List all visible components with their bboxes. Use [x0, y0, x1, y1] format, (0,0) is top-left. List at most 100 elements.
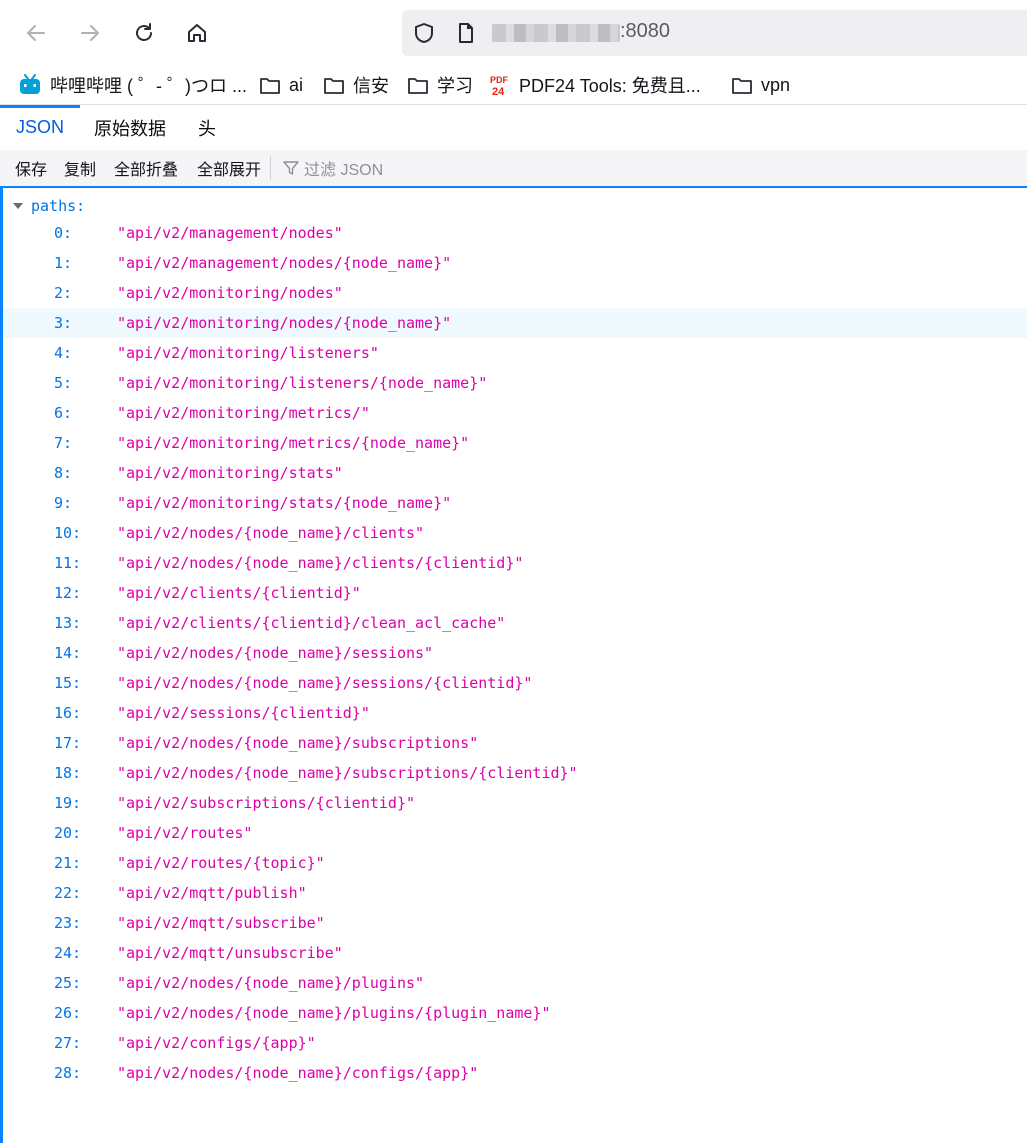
row-key: 7: [54, 434, 73, 452]
bookmark-folder-xuexi[interactable]: 学习 [407, 72, 473, 98]
row-key: 9: [54, 494, 73, 512]
bookmark-label: 信安 [353, 76, 389, 96]
home-button[interactable] [180, 16, 214, 50]
row-value: "api/v2/nodes/{node_name}/sessions" [117, 644, 434, 662]
bookmark-bilibili[interactable]: 哔哩哔哩 ( ゜- ゜)つロ ... [18, 72, 247, 98]
row-key: 8: [54, 464, 73, 482]
tree-row[interactable]: 8: "api/v2/monitoring/stats" [3, 458, 1027, 488]
back-button[interactable] [19, 16, 53, 50]
shield-icon[interactable] [412, 21, 436, 45]
tree-row[interactable]: 23: "api/v2/mqtt/subscribe" [3, 908, 1027, 938]
row-value: "api/v2/nodes/{node_name}/subscriptions" [117, 734, 479, 752]
tree-row[interactable]: 24: "api/v2/mqtt/unsubscribe" [3, 938, 1027, 968]
tree-row[interactable]: 16: "api/v2/sessions/{clientid}" [3, 698, 1027, 728]
row-key: 20: [54, 824, 82, 842]
row-value: "api/v2/monitoring/stats" [117, 464, 343, 482]
tree-row[interactable]: 12: "api/v2/clients/{clientid}" [3, 578, 1027, 608]
row-value: "api/v2/nodes/{node_name}/plugins/{plugi… [117, 1004, 551, 1022]
bookmark-pdf24[interactable]: PDF 24 PDF24 Tools: 免费且... [489, 72, 701, 98]
page-info-icon[interactable] [454, 21, 478, 45]
row-key: 5: [54, 374, 73, 392]
bookmark-folder-vpn[interactable]: vpn [731, 72, 790, 98]
row-key: 28: [54, 1064, 82, 1082]
bookmarks-toolbar: 哔哩哔哩 ( ゜- ゜)つロ ... ai 信安 学习 PDF 24 PDF24 … [0, 66, 1027, 104]
row-key: 13: [54, 614, 82, 632]
filter-json-input[interactable]: 过滤 JSON [282, 150, 383, 186]
tree-row[interactable]: 17: "api/v2/nodes/{node_name}/subscriptio… [3, 728, 1027, 758]
reload-button[interactable] [127, 16, 161, 50]
tree-row[interactable]: 4: "api/v2/monitoring/listeners" [3, 338, 1027, 368]
tree-root-row[interactable]: paths: [11, 194, 85, 218]
save-button[interactable]: 保存 [15, 150, 47, 186]
tab-json[interactable]: JSON [0, 105, 81, 150]
row-value: "api/v2/clients/{clientid}" [117, 584, 361, 602]
row-value: "api/v2/nodes/{node_name}/clients/{clien… [117, 554, 524, 572]
tab-headers[interactable]: 头 [198, 105, 216, 150]
row-value: "api/v2/nodes/{node_name}/sessions/{clie… [117, 674, 533, 692]
expand-all-button[interactable]: 全部展开 [197, 150, 261, 186]
tree-row[interactable]: 13: "api/v2/clients/{clientid}/clean_acl_… [3, 608, 1027, 638]
tree-row[interactable]: 1: "api/v2/management/nodes/{node_name}" [3, 248, 1027, 278]
tree-row[interactable]: 2: "api/v2/monitoring/nodes" [3, 278, 1027, 308]
row-value: "api/v2/routes" [117, 824, 253, 842]
tree-row[interactable]: 3: "api/v2/monitoring/nodes/{node_name}" [3, 308, 1027, 338]
row-value: "api/v2/monitoring/nodes" [117, 284, 343, 302]
tree-row[interactable]: 26: "api/v2/nodes/{node_name}/plugins/{pl… [3, 998, 1027, 1028]
row-key: 12: [54, 584, 82, 602]
row-key: 14: [54, 644, 82, 662]
tree-row[interactable]: 18: "api/v2/nodes/{node_name}/subscriptio… [3, 758, 1027, 788]
tree-row[interactable]: 14: "api/v2/nodes/{node_name}/sessions" [3, 638, 1027, 668]
row-value: "api/v2/mqtt/publish" [117, 884, 307, 902]
toolbar-divider [270, 156, 271, 180]
bookmark-folder-ai[interactable]: ai [259, 72, 303, 98]
row-key: 17: [54, 734, 82, 752]
tree-row[interactable]: 5: "api/v2/monitoring/listeners/{node_nam… [3, 368, 1027, 398]
row-key: 21: [54, 854, 82, 872]
tree-row[interactable]: 22: "api/v2/mqtt/publish" [3, 878, 1027, 908]
bookmark-label: 学习 [437, 76, 473, 96]
row-value: "api/v2/configs/{app}" [117, 1034, 316, 1052]
active-tab-indicator [0, 105, 81, 108]
svg-text:PDF: PDF [490, 75, 509, 85]
tree-row[interactable]: 0: "api/v2/management/nodes" [3, 218, 1027, 248]
row-value: "api/v2/monitoring/listeners" [117, 344, 379, 362]
home-icon [188, 24, 206, 42]
tree-row[interactable]: 6: "api/v2/monitoring/metrics/" [3, 398, 1027, 428]
tab-raw-data[interactable]: 原始数据 [94, 105, 166, 150]
row-key: 2: [54, 284, 73, 302]
row-key: 25: [54, 974, 82, 992]
filter-icon [283, 161, 299, 175]
tree-row[interactable]: 19: "api/v2/subscriptions/{clientid}" [3, 788, 1027, 818]
tree-row[interactable]: 28: "api/v2/nodes/{node_name}/configs/{ap… [3, 1058, 1027, 1088]
tree-row[interactable]: 10: "api/v2/nodes/{node_name}/clients" [3, 518, 1027, 548]
navigation-toolbar: :8080 [0, 0, 1027, 66]
tree-row[interactable]: 11: "api/v2/nodes/{node_name}/clients/{cl… [3, 548, 1027, 578]
collapse-all-button[interactable]: 全部折叠 [114, 150, 178, 186]
tree-row[interactable]: 15: "api/v2/nodes/{node_name}/sessions/{c… [3, 668, 1027, 698]
row-key: 1: [54, 254, 73, 272]
tree-row[interactable]: 25: "api/v2/nodes/{node_name}/plugins" [3, 968, 1027, 998]
url-bar[interactable]: :8080 [402, 10, 1027, 56]
row-key: 6: [54, 404, 73, 422]
bookmark-label: vpn [761, 74, 791, 95]
tree-row[interactable]: 7: "api/v2/monitoring/metrics/{node_name}… [3, 428, 1027, 458]
row-value: "api/v2/mqtt/unsubscribe" [117, 944, 343, 962]
json-viewer-tabs: JSON 原始数据 头 [0, 104, 1027, 151]
row-key: 3: [54, 314, 73, 332]
row-value: "api/v2/monitoring/stats/{node_name}" [117, 494, 452, 512]
tab-label: 头 [198, 118, 216, 139]
forward-button[interactable] [73, 16, 107, 50]
copy-button[interactable]: 复制 [64, 150, 96, 186]
row-value: "api/v2/monitoring/nodes/{node_name}" [117, 314, 452, 332]
tree-row[interactable]: 20: "api/v2/routes" [3, 818, 1027, 848]
json-toolbar: 保存 复制 全部折叠 全部展开 过滤 JSON [0, 150, 1027, 186]
tree-rows: 0: "api/v2/management/nodes" 1: "api/v2/man… [3, 218, 1027, 1088]
row-key: 24: [54, 944, 82, 962]
bookmark-label: ai [289, 74, 304, 95]
tree-row[interactable]: 21: "api/v2/routes/{topic}" [3, 848, 1027, 878]
tree-row[interactable]: 27: "api/v2/configs/{app}" [3, 1028, 1027, 1058]
expand-triangle-icon[interactable] [11, 199, 25, 213]
bookmark-folder-xinan[interactable]: 信安 [323, 72, 389, 98]
forward-arrow-icon [81, 25, 99, 41]
tree-row[interactable]: 9: "api/v2/monitoring/stats/{node_name}" [3, 488, 1027, 518]
